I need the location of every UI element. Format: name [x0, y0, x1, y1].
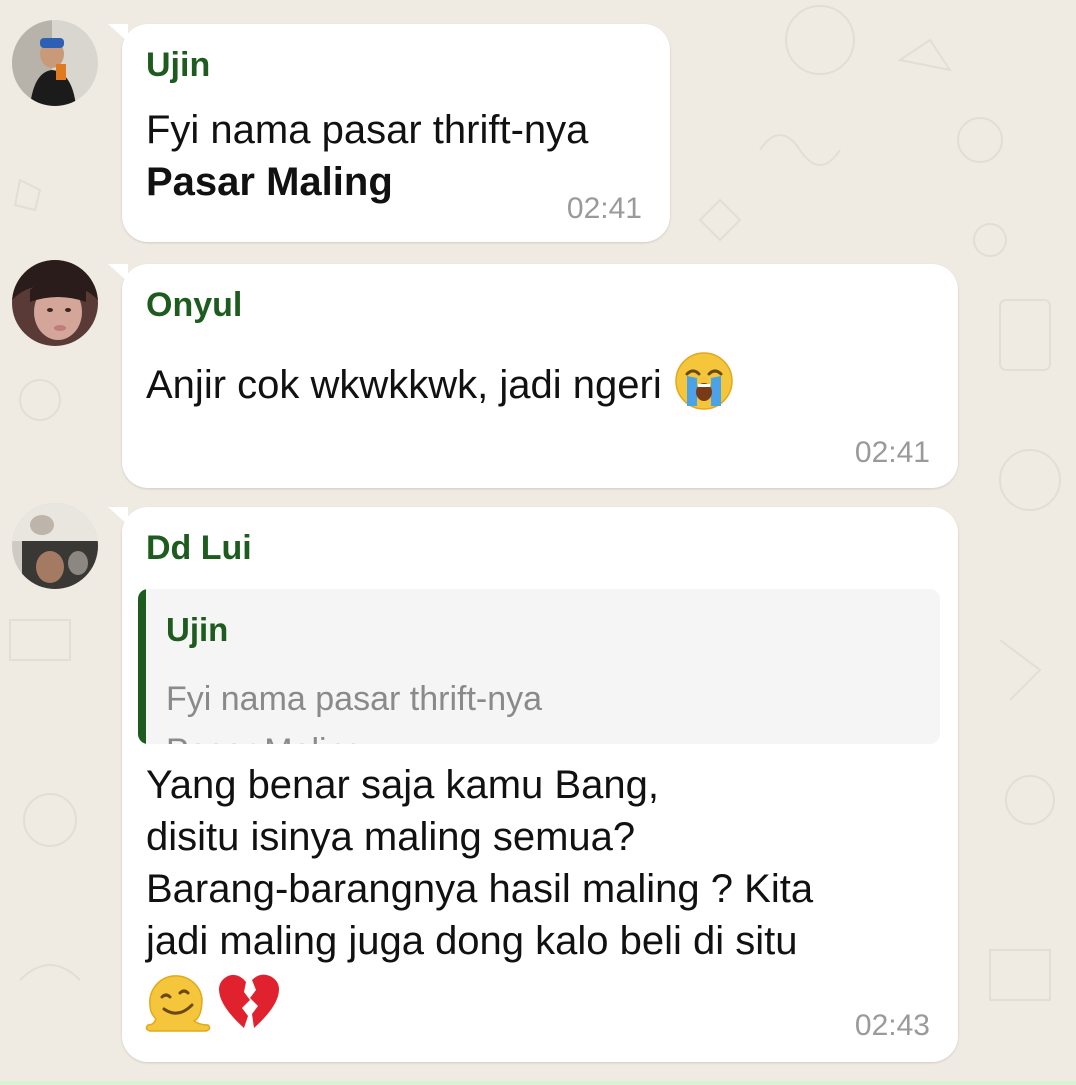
sender-name[interactable]: Ujin — [146, 46, 210, 85]
message-line-bold: Pasar Maling — [146, 160, 393, 204]
message-line: jadi maling juga dong kalo beli di situ — [146, 919, 798, 963]
sender-name[interactable]: Onyul — [146, 286, 242, 325]
message-line: disitu isinya maling semua? — [146, 815, 636, 859]
quoted-line: Fyi nama pasar thrift-nya — [166, 680, 543, 718]
quoted-message[interactable]: Ujin Fyi nama pasar thrift-nya Pasar Mal… — [138, 589, 940, 744]
quoted-text: Fyi nama pasar thrift-nya Pasar Maling — [166, 673, 542, 744]
broken-heart-icon — [216, 972, 280, 1039]
quoted-sender-name: Ujin — [166, 611, 229, 648]
avatar-ujin[interactable] — [12, 20, 98, 106]
message-text: Yang benar saja kamu Bang, disitu isinya… — [146, 759, 813, 967]
message-line: Anjir cok wkwkkwk, jadi ngeri — [146, 363, 662, 408]
message-text: Anjir cok wkwkkwk, jadi ngeri — [146, 350, 735, 425]
message-bubble-dd-lui[interactable]: Dd Lui Ujin Fyi nama pasar thrift-nya Pa… — [108, 507, 958, 1062]
message-timestamp: 02:41 — [854, 436, 930, 469]
sender-name[interactable]: Dd Lui — [146, 529, 252, 568]
next-message-edge — [0, 1081, 1076, 1085]
message-bubble-ujin[interactable]: Ujin Fyi nama pasar thrift-nya Pasar Mal… — [108, 24, 670, 242]
quote-accent-bar — [138, 589, 146, 744]
quoted-line: Pasar Maling — [166, 725, 542, 744]
message-text: Fyi nama pasar thrift-nya Pasar Maling — [146, 104, 588, 208]
message-line: Barang-barangnya hasil maling ? Kita — [146, 867, 814, 911]
message-timestamp: 02:43 — [854, 1009, 930, 1042]
avatar-dd-lui[interactable] — [12, 503, 98, 589]
avatar-onyul[interactable] — [12, 260, 98, 346]
message-line: Yang benar saja kamu Bang, — [146, 763, 659, 807]
message-line: Fyi nama pasar thrift-nya — [146, 108, 589, 152]
melting-face-icon — [144, 971, 212, 1040]
message-emojis — [144, 971, 280, 1040]
message-timestamp: 02:41 — [566, 192, 642, 225]
message-bubble-onyul[interactable]: Onyul Anjir cok wkwkkwk, jadi ngeri 02:4… — [108, 264, 958, 488]
loudly-crying-face-icon — [673, 350, 735, 425]
